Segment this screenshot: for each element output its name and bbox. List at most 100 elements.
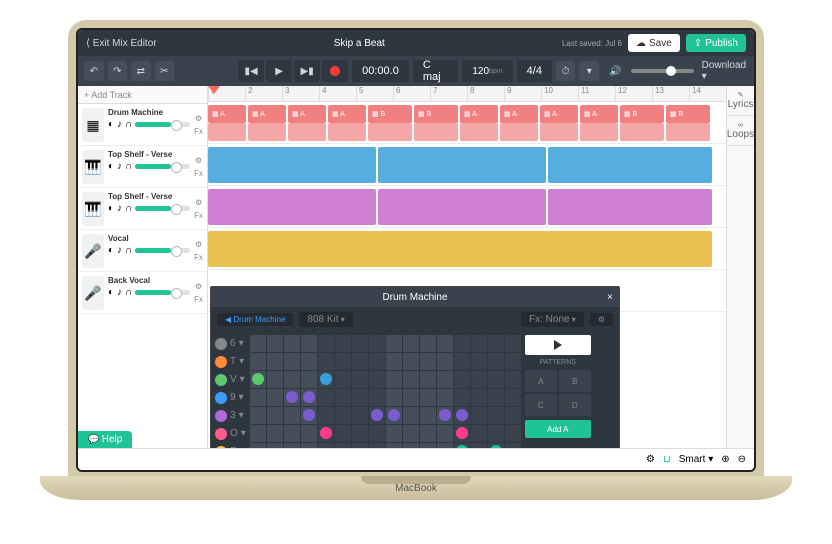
seq-cell[interactable] <box>488 425 504 442</box>
seq-cell[interactable] <box>369 389 385 406</box>
track-header[interactable]: 🎹 Top Shelf - Verse ◐♪∩ ⚙Fx <box>78 146 207 188</box>
seq-cell[interactable] <box>301 407 317 424</box>
seq-cell[interactable] <box>488 389 504 406</box>
solo-icon[interactable]: ♪ <box>117 245 122 256</box>
pattern-slot[interactable]: D <box>559 394 591 416</box>
mute-icon[interactable]: ◐ <box>108 287 114 298</box>
seq-cell[interactable] <box>471 371 487 388</box>
seq-cell[interactable] <box>335 353 351 370</box>
drum-row-label[interactable]: 6▾ <box>215 335 246 352</box>
seq-cell[interactable] <box>318 443 334 448</box>
clip[interactable] <box>208 123 246 141</box>
seq-cell[interactable] <box>488 407 504 424</box>
ruler-tick[interactable]: 14 <box>689 86 726 101</box>
seq-cell[interactable] <box>335 425 351 442</box>
seq-cell[interactable] <box>250 407 266 424</box>
kit-selector[interactable]: 808 Kit ▾ <box>299 312 352 327</box>
seq-cell[interactable] <box>369 353 385 370</box>
seq-cell[interactable] <box>437 407 453 424</box>
seq-cell[interactable] <box>318 371 334 388</box>
seq-cell[interactable] <box>301 443 317 448</box>
next-button[interactable]: ▶▮ <box>294 60 320 82</box>
track-fx-button[interactable]: Fx <box>194 127 203 136</box>
help-button[interactable]: 💬 Help <box>78 431 132 448</box>
seq-cell[interactable] <box>488 371 504 388</box>
seq-cell[interactable] <box>284 371 300 388</box>
magnet-icon[interactable]: ⊔ <box>663 454 671 465</box>
seq-cell[interactable] <box>454 407 470 424</box>
drum-row-label[interactable]: V▾ <box>215 371 246 388</box>
seq-cell[interactable] <box>403 407 419 424</box>
clip[interactable] <box>580 123 618 141</box>
solo-icon[interactable]: ♪ <box>117 161 122 172</box>
seq-cell[interactable] <box>352 371 368 388</box>
seq-cell[interactable] <box>386 335 402 352</box>
clip[interactable] <box>288 123 326 141</box>
clip[interactable] <box>368 123 412 141</box>
seq-cell[interactable] <box>335 443 351 448</box>
seq-cell[interactable] <box>403 443 419 448</box>
seq-cell[interactable] <box>488 353 504 370</box>
seq-cell[interactable] <box>386 353 402 370</box>
track-volume-slider[interactable] <box>135 206 190 211</box>
seq-cell[interactable] <box>250 353 266 370</box>
seq-cell[interactable] <box>437 353 453 370</box>
ruler-tick[interactable]: 2 <box>245 86 282 101</box>
seq-cell[interactable] <box>488 335 504 352</box>
sequencer-grid[interactable] <box>250 335 521 448</box>
headphones-icon[interactable]: ∩ <box>125 203 132 214</box>
seq-cell[interactable] <box>267 353 283 370</box>
seq-cell[interactable] <box>335 371 351 388</box>
seq-cell[interactable] <box>318 425 334 442</box>
track-lane[interactable] <box>208 144 726 186</box>
seq-cell[interactable] <box>505 407 521 424</box>
seq-cell[interactable] <box>420 335 436 352</box>
seq-cell[interactable] <box>318 407 334 424</box>
ruler-tick[interactable]: 5 <box>356 86 393 101</box>
seq-cell[interactable] <box>420 443 436 448</box>
seq-cell[interactable] <box>420 425 436 442</box>
undo-button[interactable]: ↶ <box>84 61 104 81</box>
drum-row-label[interactable]: 3▾ <box>215 407 246 424</box>
seq-cell[interactable] <box>437 443 453 448</box>
count-in-button[interactable]: ▾ <box>579 61 599 81</box>
save-button[interactable]: ☁ Save <box>628 34 680 52</box>
seq-cell[interactable] <box>267 407 283 424</box>
seq-cell[interactable] <box>420 353 436 370</box>
drum-row-label[interactable]: T▾ <box>215 353 246 370</box>
clip[interactable]: ▦ B <box>414 105 458 123</box>
clip[interactable] <box>208 231 712 267</box>
seq-cell[interactable] <box>284 443 300 448</box>
panel-settings-icon[interactable]: ⚙ <box>590 313 613 326</box>
seq-cell[interactable] <box>505 335 521 352</box>
seq-cell[interactable] <box>437 389 453 406</box>
seq-cell[interactable] <box>420 371 436 388</box>
pattern-slot[interactable]: B <box>559 370 591 392</box>
track-gear-icon[interactable]: ⚙ <box>195 282 202 291</box>
publish-button[interactable]: ⇪ Publish <box>686 34 746 52</box>
ruler-tick[interactable]: 11 <box>578 86 615 101</box>
settings-icon[interactable]: ⚙ <box>646 454 655 465</box>
tempo-selector[interactable]: 120 bpm <box>462 60 512 82</box>
seq-cell[interactable] <box>437 425 453 442</box>
mute-icon[interactable]: ◐ <box>108 119 114 130</box>
track-header[interactable]: 🎤 Back Vocal ◐♪∩ ⚙Fx <box>78 272 207 314</box>
ruler-tick[interactable]: 4 <box>319 86 356 101</box>
track-gear-icon[interactable]: ⚙ <box>195 156 202 165</box>
lyrics-tab[interactable]: ✎Lyrics <box>727 86 754 116</box>
download-dropdown[interactable]: Download ▾ <box>702 60 748 82</box>
track-volume-slider[interactable] <box>135 164 190 169</box>
timesig-selector[interactable]: 4/4 <box>517 60 552 82</box>
seq-cell[interactable] <box>369 335 385 352</box>
seq-cell[interactable] <box>386 425 402 442</box>
track-volume-slider[interactable] <box>135 248 190 253</box>
play-button[interactable]: ▶ <box>266 60 292 82</box>
track-volume-slider[interactable] <box>135 290 190 295</box>
seq-cell[interactable] <box>369 443 385 448</box>
seq-cell[interactable] <box>403 335 419 352</box>
solo-icon[interactable]: ♪ <box>117 203 122 214</box>
seq-cell[interactable] <box>403 371 419 388</box>
ruler[interactable]: 1234567891011121314 <box>208 86 726 102</box>
ruler-tick[interactable]: 6 <box>393 86 430 101</box>
seq-cell[interactable] <box>284 353 300 370</box>
